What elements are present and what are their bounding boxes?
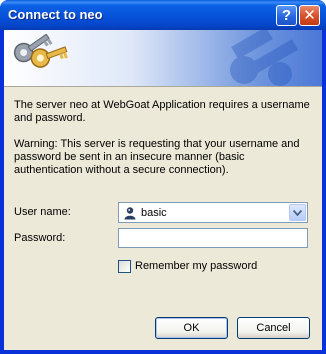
- remember-password-checkbox[interactable]: [118, 260, 131, 273]
- window-title: Connect to neo: [8, 7, 103, 22]
- help-icon: ?: [281, 7, 292, 24]
- close-icon: ✕: [303, 7, 316, 24]
- username-dropdown-button[interactable]: [289, 204, 306, 221]
- dialog-body: The server neo at WebGoat Application re…: [4, 30, 322, 350]
- help-button[interactable]: ?: [276, 5, 297, 26]
- username-combobox[interactable]: basic: [118, 202, 308, 223]
- banner: [4, 30, 322, 87]
- server-message: The server neo at WebGoat Application re…: [14, 99, 310, 124]
- login-dialog: Connect to neo ? ✕ The server neo at Web…: [0, 0, 326, 354]
- ok-button[interactable]: OK: [155, 317, 228, 339]
- user-icon: [124, 207, 136, 220]
- username-label: User name:: [14, 206, 71, 218]
- remember-password-label[interactable]: Remember my password: [135, 260, 257, 272]
- username-value[interactable]: basic: [141, 207, 167, 219]
- chevron-down-icon: [293, 209, 302, 216]
- security-warning: Warning: This server is requesting that …: [14, 138, 300, 176]
- ok-button-label: OK: [183, 322, 200, 334]
- cancel-button[interactable]: Cancel: [237, 317, 310, 339]
- keys-watermark-icon: [230, 30, 298, 86]
- title-bar[interactable]: Connect to neo ? ✕: [0, 0, 326, 30]
- keys-icon: [13, 34, 68, 68]
- close-button[interactable]: ✕: [299, 5, 320, 26]
- password-field[interactable]: [118, 228, 308, 248]
- password-label: Password:: [14, 232, 66, 244]
- cancel-button-label: Cancel: [256, 322, 291, 334]
